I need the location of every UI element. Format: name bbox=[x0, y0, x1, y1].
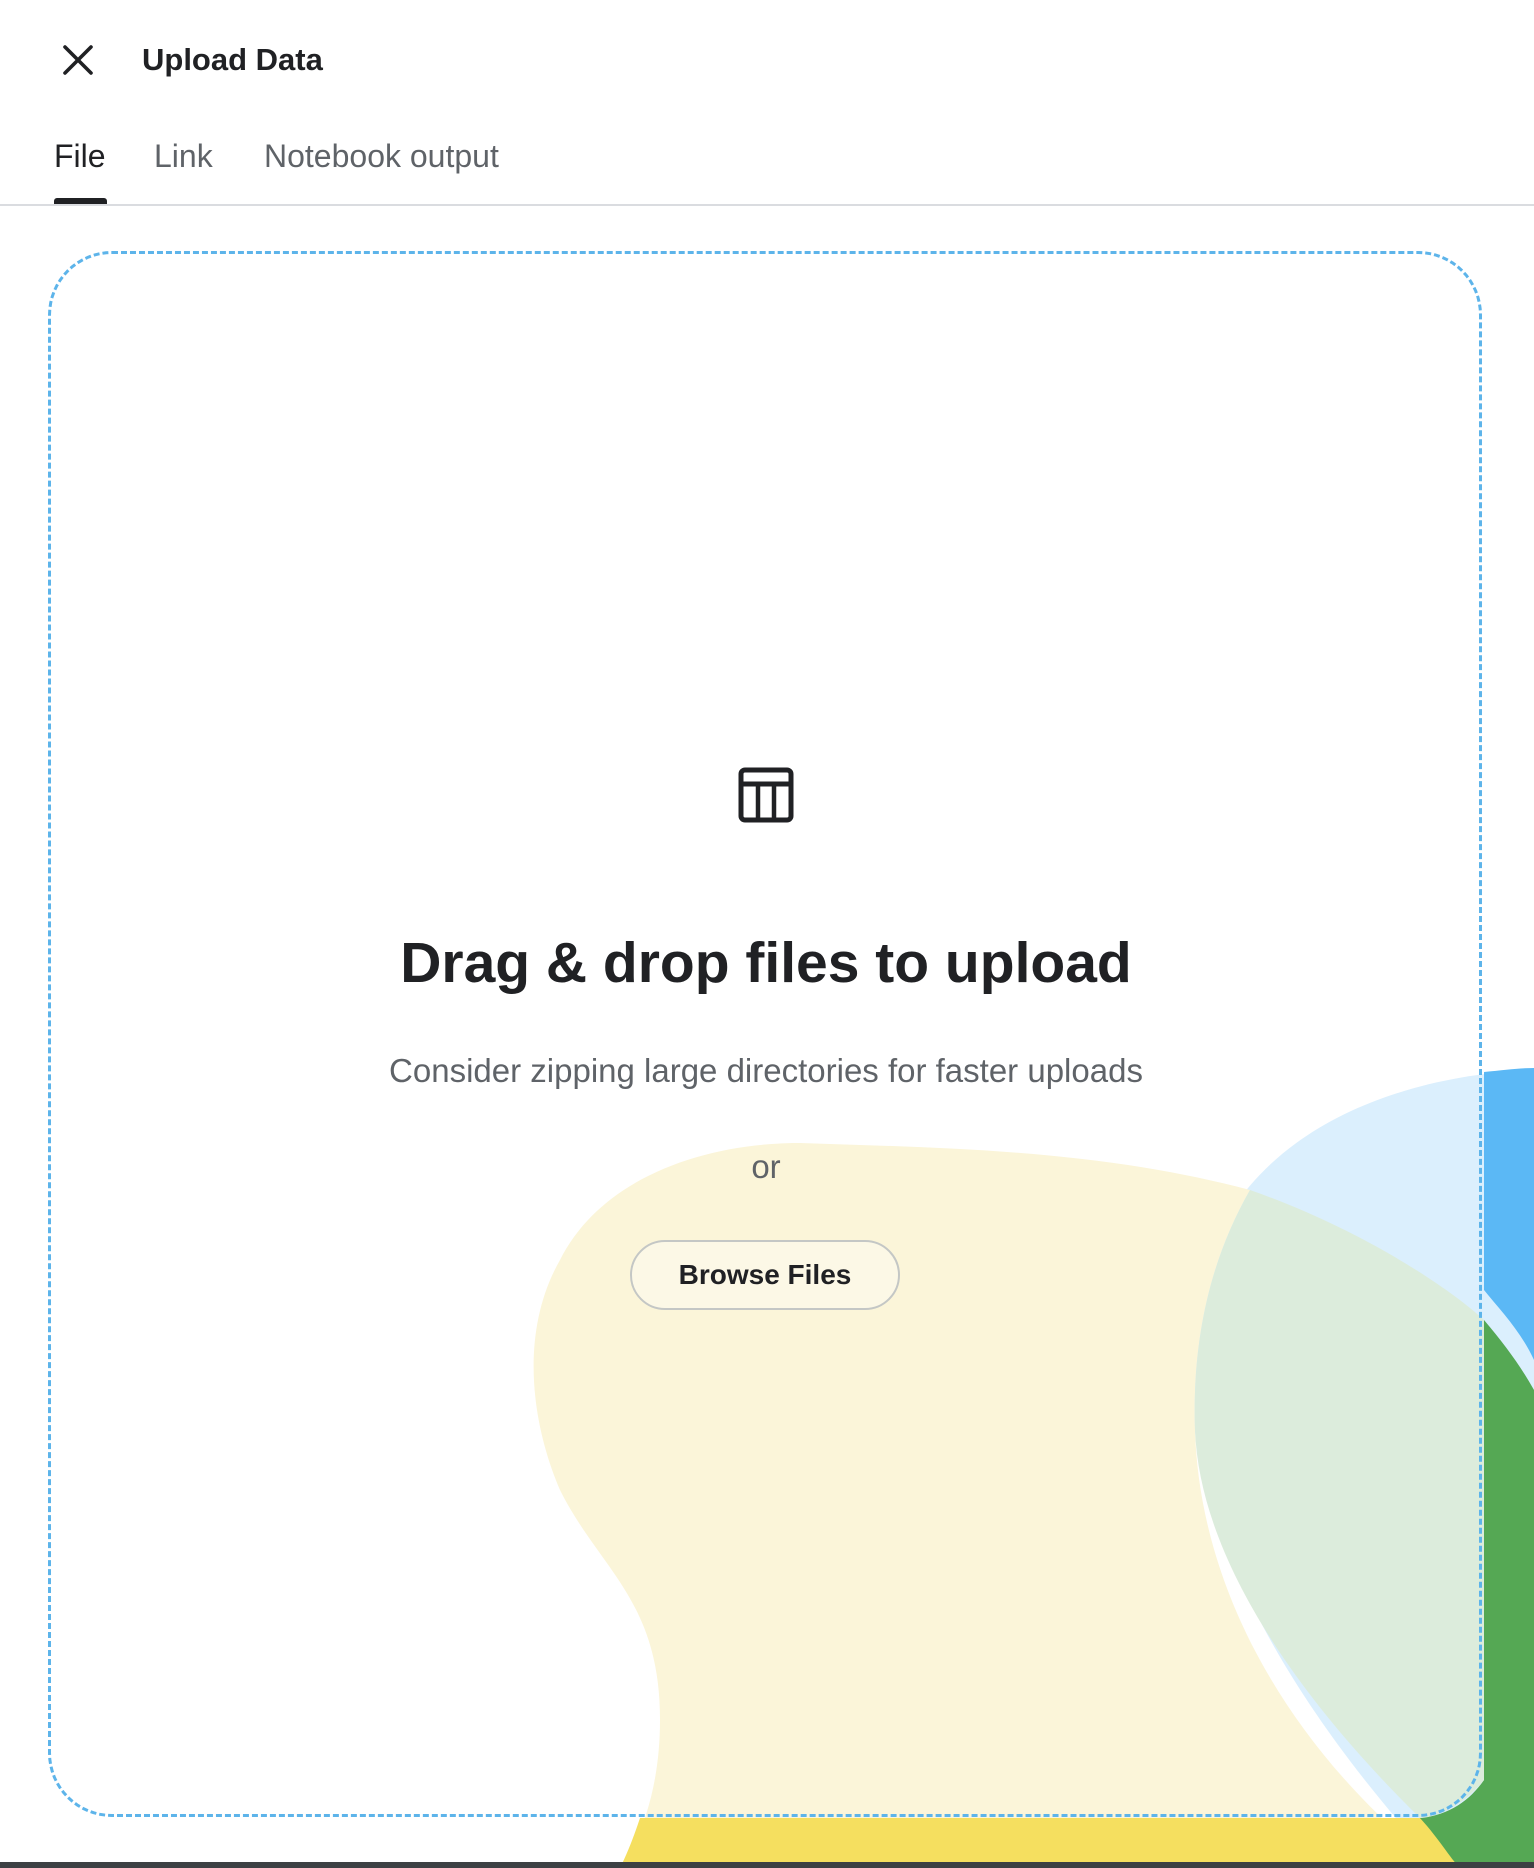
yellow-band bbox=[620, 1818, 1460, 1868]
tab-notebook-output[interactable]: Notebook output bbox=[264, 136, 499, 176]
tab-link[interactable]: Link bbox=[154, 136, 213, 176]
tab-bar: File Link Notebook output bbox=[0, 120, 1534, 206]
bottom-edge bbox=[0, 1862, 1534, 1868]
upload-data-dialog: Upload Data File Link Notebook output Dr… bbox=[0, 0, 1534, 1868]
file-drop-zone[interactable] bbox=[48, 251, 1482, 1817]
browse-files-button[interactable]: Browse Files bbox=[630, 1240, 900, 1310]
tab-file[interactable]: File bbox=[54, 136, 106, 176]
active-tab-indicator bbox=[54, 198, 107, 204]
close-icon bbox=[63, 45, 93, 75]
page-title: Upload Data bbox=[142, 42, 323, 77]
close-button[interactable] bbox=[54, 36, 102, 84]
dialog-header: Upload Data bbox=[0, 0, 1534, 120]
